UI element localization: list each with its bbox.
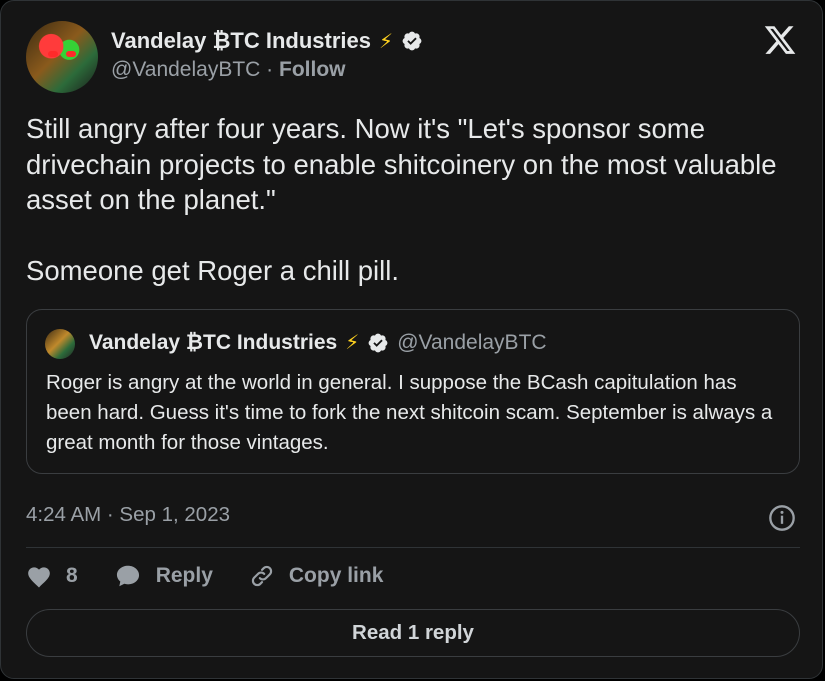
tweet-text: Still angry after four years. Now it's "… — [26, 113, 777, 286]
x-logo-icon[interactable] — [763, 23, 797, 57]
quoted-lightning-emoji: ⚡ — [345, 332, 360, 354]
like-count: 8 — [66, 564, 78, 587]
verified-badge-icon — [368, 333, 388, 352]
speech-bubble-icon — [116, 565, 139, 587]
copy-link-label: Copy link — [288, 564, 384, 587]
quoted-author-handle: @VandelayBTC — [397, 330, 547, 354]
link-icon — [251, 565, 273, 587]
quoted-author-name: Vandelay ₿TC Industries — [89, 330, 338, 354]
like-button[interactable]: 8 — [26, 564, 78, 588]
author-avatar[interactable] — [26, 21, 98, 93]
read-reply-button[interactable]: Read 1 reply — [26, 609, 800, 657]
copy-link-button[interactable]: Copy link — [249, 563, 384, 589]
reply-button[interactable]: Reply — [114, 563, 213, 589]
info-icon[interactable] — [768, 504, 796, 532]
verified-badge-icon — [402, 31, 422, 51]
read-reply-label: Read 1 reply — [352, 621, 474, 644]
author-handle-row: @VandelayBTC · Follow — [111, 58, 346, 82]
action-bar: 8 Reply Copy link — [26, 563, 419, 589]
heart-icon — [28, 567, 50, 588]
reply-label: Reply — [155, 564, 213, 587]
quoted-tweet-text: Roger is angry at the world in general. … — [46, 371, 773, 454]
quoted-author-avatar — [45, 329, 75, 359]
quoted-header: Vandelay ₿TC Industries ⚡ @VandelayBTC — [89, 330, 547, 355]
divider — [26, 547, 800, 548]
separator-dot: · — [266, 58, 274, 81]
author-handle[interactable]: @VandelayBTC — [111, 58, 260, 81]
tweet-embed-card: Vandelay ₿TC Industries ⚡ @VandelayBTC ·… — [0, 0, 823, 679]
tweet-timestamp[interactable]: 4:24 AM · Sep 1, 2023 — [26, 503, 230, 527]
author-name[interactable]: Vandelay ₿TC Industries — [111, 28, 371, 54]
lightning-emoji: ⚡ — [379, 30, 394, 53]
quoted-tweet[interactable]: Vandelay ₿TC Industries ⚡ @VandelayBTC R… — [26, 309, 800, 474]
follow-link[interactable]: Follow — [279, 58, 346, 81]
author-name-row[interactable]: Vandelay ₿TC Industries ⚡ — [111, 28, 423, 54]
